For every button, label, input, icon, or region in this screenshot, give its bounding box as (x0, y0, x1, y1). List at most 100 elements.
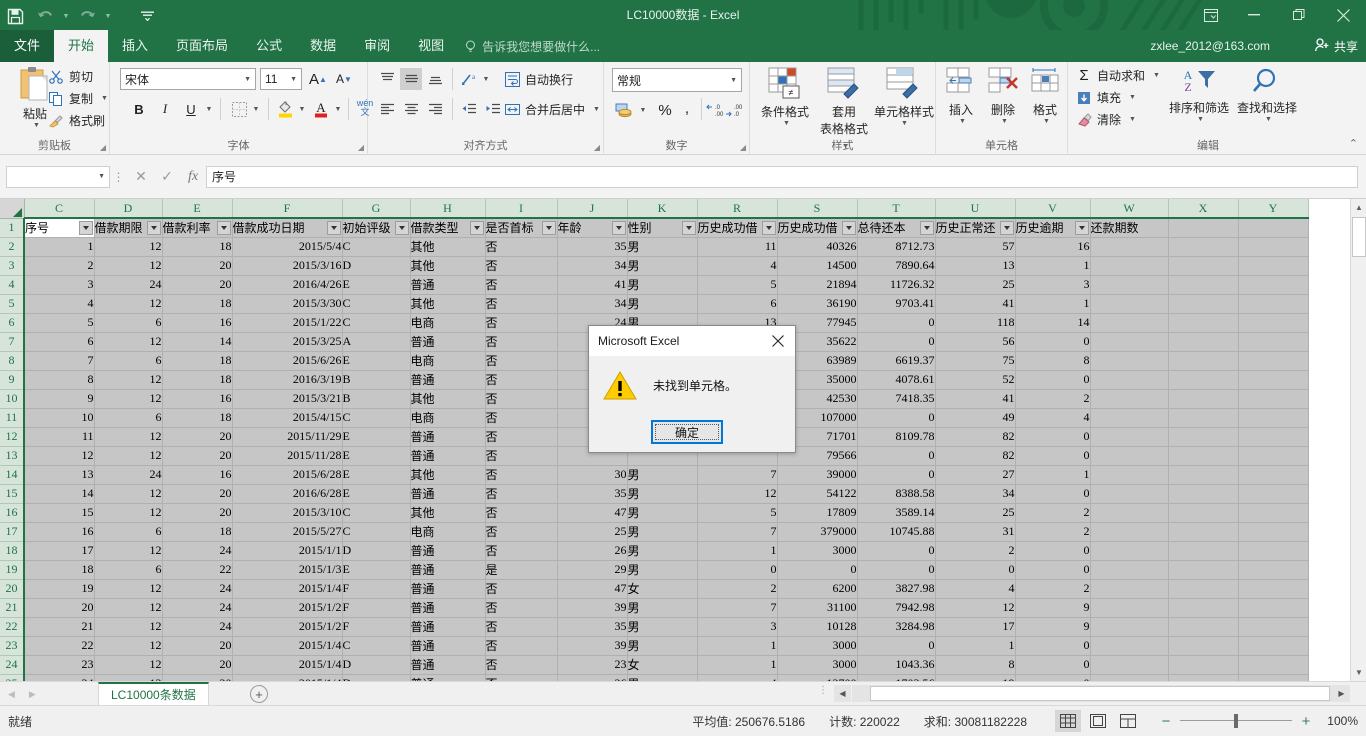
grid-cell[interactable]: 0 (1015, 655, 1091, 675)
grid-cell[interactable]: 普通 (410, 370, 486, 390)
cell-styles-dropdown-icon[interactable]: ▼ (877, 120, 932, 127)
grid-cell[interactable]: 3000 (777, 655, 858, 675)
grid-cell[interactable]: 7 (24, 351, 95, 371)
scroll-up-icon[interactable]: ▲ (1351, 199, 1366, 216)
tab-data[interactable]: 数据 (296, 30, 350, 62)
grid-cell[interactable]: 普通 (410, 541, 486, 561)
table-header-cell[interactable]: 借款利率 (162, 218, 233, 238)
row-header[interactable]: 16 (0, 503, 25, 523)
grid-cell[interactable]: 31 (935, 522, 1016, 542)
grid-cell[interactable] (1238, 446, 1309, 466)
grid-cell[interactable]: 12 (697, 484, 778, 504)
grid-cell[interactable]: 0 (857, 541, 936, 561)
grid-cell[interactable] (1090, 427, 1169, 447)
grid-cell[interactable]: 7890.64 (857, 256, 936, 276)
grid-cell[interactable] (1238, 655, 1309, 675)
clear-button[interactable]: 清除 ▼ (1076, 111, 1136, 128)
grid-cell[interactable]: 普通 (410, 484, 486, 504)
tab-home[interactable]: 开始 (54, 30, 109, 62)
zoom-percentage[interactable]: 100% (1320, 714, 1358, 728)
grid-cell[interactable]: 12 (94, 636, 163, 656)
grid-cell[interactable]: 2015/1/2 (232, 617, 343, 637)
fill-color-button[interactable] (274, 98, 296, 120)
grid-cell[interactable]: 8388.58 (857, 484, 936, 504)
grid-cell[interactable]: 12 (94, 541, 163, 561)
grid-cell[interactable]: 18 (162, 237, 233, 257)
grid-cell[interactable]: 56 (935, 332, 1016, 352)
tell-me-search[interactable]: 告诉我您想要做什么... (464, 30, 600, 62)
grid-cell[interactable]: 9703.41 (857, 294, 936, 314)
grid-cell[interactable]: 0 (857, 446, 936, 466)
grid-cell[interactable]: 12700 (777, 674, 858, 681)
grid-cell[interactable] (1168, 446, 1239, 466)
grid-cell[interactable]: F (342, 598, 411, 618)
grid-cell[interactable]: 2 (1015, 389, 1091, 409)
grid-cell[interactable]: F (342, 617, 411, 637)
column-header-j[interactable]: J (557, 199, 628, 219)
insert-function-button[interactable]: fx (180, 166, 206, 188)
cell-styles-button[interactable]: 单元格样式 ▼ (874, 66, 934, 127)
grid-cell[interactable]: 男 (627, 522, 698, 542)
filter-dropdown-icon[interactable] (326, 221, 341, 235)
column-header-v[interactable]: V (1015, 199, 1091, 219)
grid-cell[interactable]: 其他 (410, 465, 486, 485)
grid-cell[interactable] (1168, 332, 1239, 352)
grid-cell[interactable] (1238, 636, 1309, 656)
filter-dropdown-icon[interactable] (1074, 221, 1089, 235)
grid-cell[interactable]: 15 (24, 503, 95, 523)
grid-cell[interactable]: 3589.14 (857, 503, 936, 523)
grid-cell[interactable]: 17 (24, 541, 95, 561)
grid-cell[interactable]: B (342, 389, 411, 409)
decrease-indent-button[interactable] (458, 98, 480, 120)
grid-cell[interactable]: 否 (485, 275, 558, 295)
grid-cell[interactable]: 2 (1015, 503, 1091, 523)
row-header[interactable]: 7 (0, 332, 25, 352)
row-header[interactable]: 19 (0, 560, 25, 580)
grid-cell[interactable]: 电商 (410, 522, 486, 542)
grid-cell[interactable]: 4 (697, 256, 778, 276)
account-name[interactable]: zxlee_2012@163.com (1150, 30, 1270, 62)
table-header-cell[interactable]: 年龄 (557, 218, 628, 238)
grid-cell[interactable]: 8 (24, 370, 95, 390)
share-button[interactable]: 共享 (1315, 30, 1358, 62)
grid-cell[interactable]: C (342, 408, 411, 428)
grid-cell[interactable]: 2015/5/27 (232, 522, 343, 542)
grid-cell[interactable]: 7942.98 (857, 598, 936, 618)
font-color-dropdown-icon[interactable]: ▼ (332, 98, 344, 120)
grid-cell[interactable] (1168, 522, 1239, 542)
grid-cell[interactable] (1238, 313, 1309, 333)
grid-cell[interactable]: 2015/5/4 (232, 237, 343, 257)
grid-cell[interactable]: C (342, 522, 411, 542)
row-header[interactable]: 23 (0, 636, 25, 656)
grid-cell[interactable]: E (342, 465, 411, 485)
grid-cell[interactable]: 6 (94, 351, 163, 371)
scroll-down-icon[interactable]: ▼ (1351, 664, 1366, 681)
grid-cell[interactable]: 0 (1015, 636, 1091, 656)
grid-cell[interactable]: 普通 (410, 560, 486, 580)
column-header-e[interactable]: E (162, 199, 233, 219)
borders-button[interactable] (228, 98, 250, 120)
align-bottom-button[interactable] (424, 68, 446, 90)
grid-cell[interactable]: 13 (935, 256, 1016, 276)
horizontal-scroll-thumb[interactable] (870, 686, 1330, 701)
grid-cell[interactable] (1168, 237, 1239, 257)
column-header-d[interactable]: D (94, 199, 163, 219)
grid-cell[interactable]: 0 (1015, 560, 1091, 580)
dialog-close-button[interactable] (761, 326, 795, 356)
grid-cell[interactable]: 2015/3/16 (232, 256, 343, 276)
grid-cell[interactable] (1168, 256, 1239, 276)
grid-cell[interactable]: 4 (1015, 408, 1091, 428)
grid-cell[interactable]: 17 (935, 617, 1016, 637)
grid-cell[interactable]: 22 (162, 560, 233, 580)
grid-cell[interactable]: 2015/11/28 (232, 446, 343, 466)
grid-cell[interactable]: 2016/6/28 (232, 484, 343, 504)
tab-view[interactable]: 视图 (404, 30, 458, 62)
grid-cell[interactable] (1238, 674, 1309, 681)
grid-cell[interactable]: 49 (935, 408, 1016, 428)
grid-cell[interactable]: 男 (627, 484, 698, 504)
page-layout-icon[interactable] (1085, 710, 1111, 732)
grid-cell[interactable]: 0 (1015, 484, 1091, 504)
grid-cell[interactable] (1090, 294, 1169, 314)
grid-cell[interactable]: 5 (24, 313, 95, 333)
number-dialog-launcher[interactable]: ◢ (740, 143, 746, 152)
